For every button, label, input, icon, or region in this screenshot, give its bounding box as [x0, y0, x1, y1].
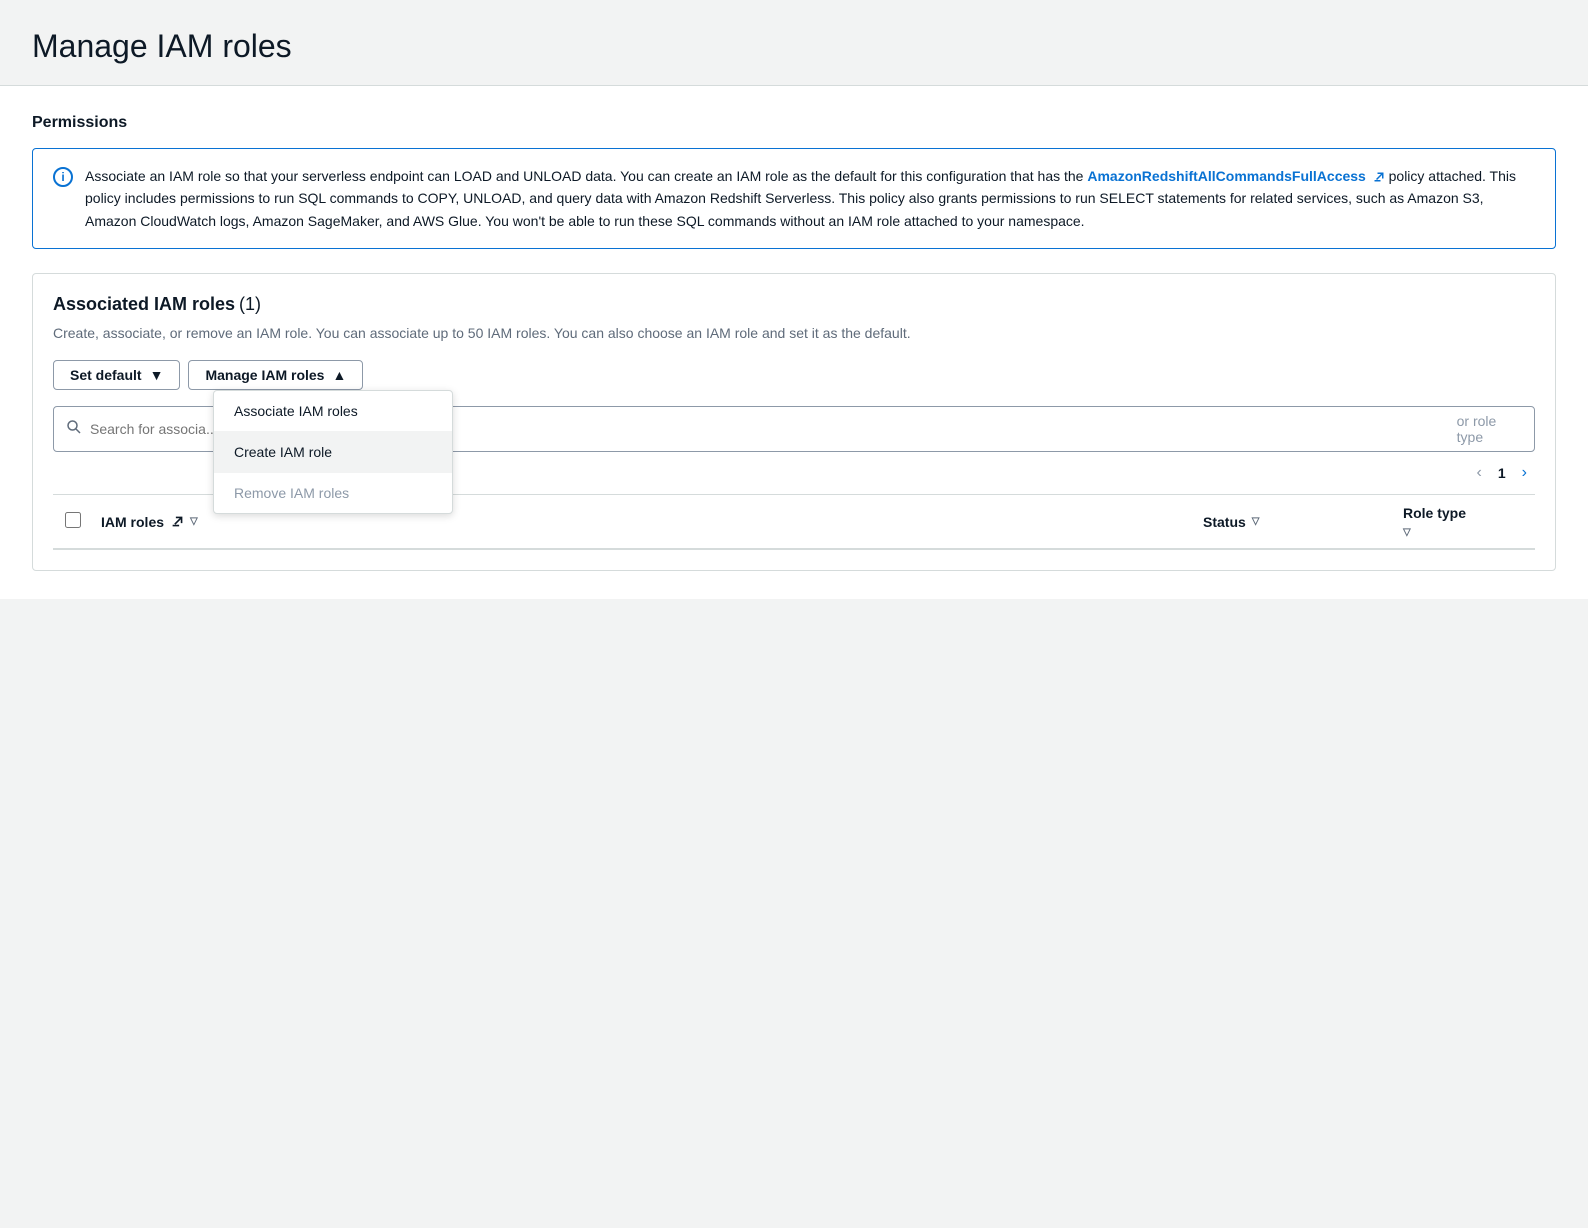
role-type-sort-icon[interactable]: ▽ [1403, 527, 1411, 538]
col-status-header: Status ▽ [1203, 514, 1403, 530]
info-box: i Associate an IAM role so that your ser… [32, 148, 1556, 249]
dropdown-item-create[interactable]: Create IAM role [214, 432, 452, 473]
select-all-checkbox[interactable] [65, 512, 81, 528]
info-text-part1: Associate an IAM role so that your serve… [85, 168, 1087, 184]
set-default-label: Set default [70, 367, 142, 383]
col-iam-header: IAM roles ▽ [101, 514, 1203, 530]
page-title: Manage IAM roles [32, 28, 1556, 65]
associated-header: Associated IAM roles (1) [53, 294, 1535, 315]
manage-iam-roles-button[interactable]: Manage IAM roles ▲ [188, 360, 363, 390]
info-link[interactable]: AmazonRedshiftAllCommandsFullAccess [1087, 168, 1388, 184]
status-sort-icon[interactable]: ▽ [1252, 516, 1260, 527]
associated-description: Create, associate, or remove an IAM role… [53, 323, 1535, 344]
set-default-button[interactable]: Set default ▼ [53, 360, 180, 390]
caret-down-icon: ▼ [150, 367, 164, 383]
dropdown-item-associate[interactable]: Associate IAM roles [214, 391, 452, 432]
search-icon [66, 419, 82, 440]
page-number: 1 [1498, 465, 1506, 481]
info-icon: i [53, 167, 73, 187]
associated-title: Associated IAM roles [53, 294, 235, 314]
prev-page-button[interactable]: ‹ [1469, 460, 1490, 486]
iam-external-link-icon [170, 515, 184, 529]
caret-up-icon: ▲ [332, 367, 346, 383]
next-page-button[interactable]: › [1514, 460, 1535, 486]
iam-sort-icon[interactable]: ▽ [190, 516, 198, 527]
header-checkbox-col [65, 512, 101, 531]
page-header: Manage IAM roles [0, 0, 1588, 86]
associated-iam-section: Associated IAM roles (1) Create, associa… [32, 273, 1556, 571]
search-placeholder-right: or role type [1457, 413, 1522, 445]
associated-count: (1) [239, 294, 261, 314]
manage-iam-label: Manage IAM roles [205, 367, 324, 383]
manage-dropdown-menu: Associate IAM roles Create IAM role Remo… [213, 390, 453, 514]
page-content: Permissions i Associate an IAM role so t… [0, 86, 1588, 599]
col-role-type-header: Role type ▽ [1403, 505, 1523, 538]
external-link-icon [1373, 171, 1385, 183]
info-text-content: Associate an IAM role so that your serve… [85, 165, 1535, 232]
permissions-section-title: Permissions [32, 114, 1556, 132]
dropdown-item-remove: Remove IAM roles [214, 473, 452, 513]
toolbar: Set default ▼ Manage IAM roles ▲ Associa… [53, 360, 1535, 390]
